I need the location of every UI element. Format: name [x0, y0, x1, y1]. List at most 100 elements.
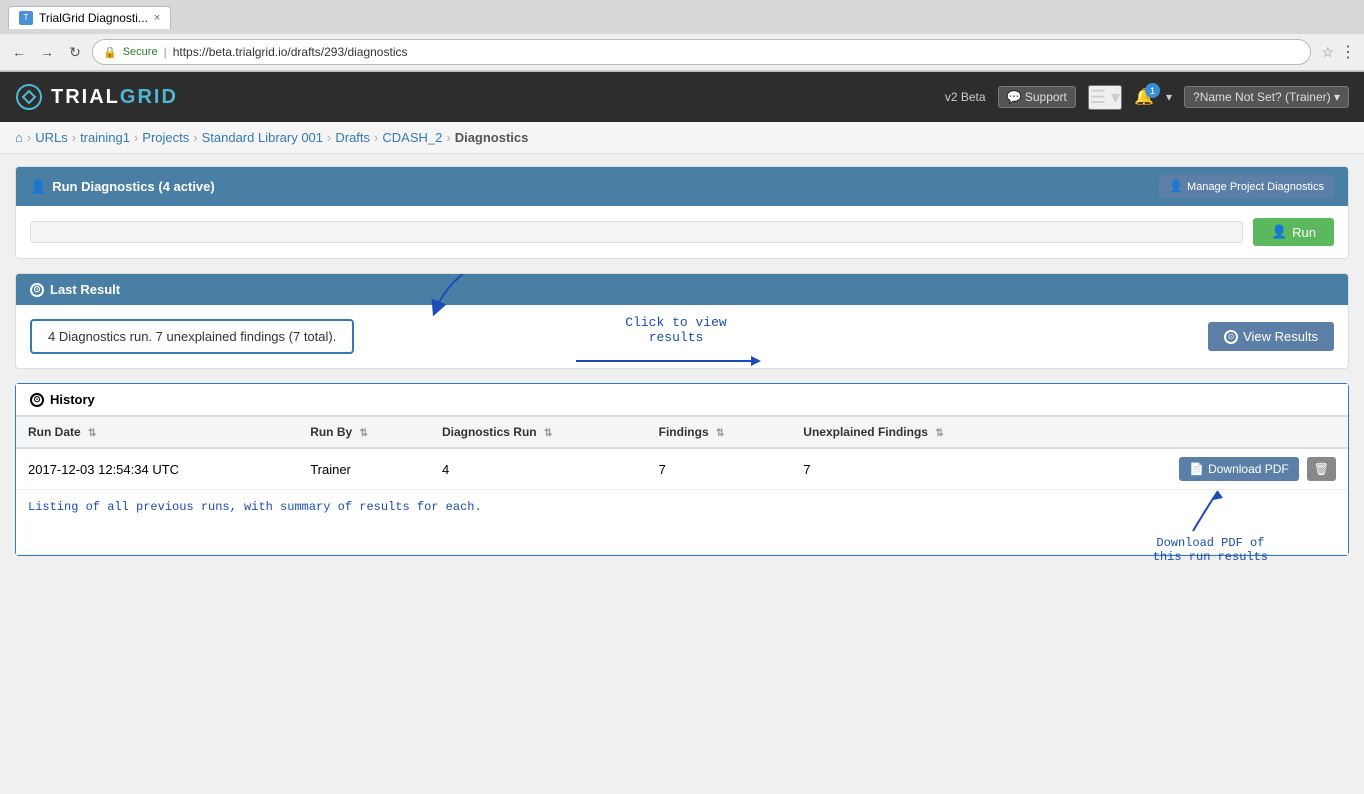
sort-findings-icon: ⇅	[716, 428, 724, 439]
sort-unexplained-icon: ⇅	[935, 428, 943, 439]
header-right: v2 Beta 💬 Support ☰ ▾ 🔔 1 ▾ ?Name Not Se…	[945, 85, 1349, 110]
run-diagnostics-body: 👤 Run	[16, 206, 1348, 258]
breadcrumb-sep-2: ›	[134, 130, 138, 145]
breadcrumb-item-projects[interactable]: Projects	[142, 130, 189, 145]
col-diagnostics-run-label: Diagnostics Run	[442, 425, 537, 439]
download-annotation-line1: Download PDF of	[1153, 536, 1268, 550]
manage-project-diagnostics-button[interactable]: 👤 Manage Project Diagnostics	[1159, 175, 1334, 198]
user-icon: 👤	[30, 179, 46, 195]
progress-bar	[30, 221, 1243, 243]
col-unexplained[interactable]: Unexplained Findings ⇅	[791, 417, 1056, 449]
run-icon: 👤	[1271, 224, 1287, 240]
col-diagnostics-run[interactable]: Diagnostics Run ⇅	[430, 417, 647, 449]
click-annotation-line1: Click to view	[576, 315, 776, 330]
version-label: v2 Beta	[945, 90, 986, 104]
last-result-header-left: ⊙ Last Result	[30, 282, 120, 297]
last-result-title: Last Result	[50, 282, 120, 297]
breadcrumb-sep-6: ›	[446, 130, 450, 145]
col-run-by[interactable]: Run By ⇅	[298, 417, 430, 449]
breadcrumb-item-drafts[interactable]: Drafts	[335, 130, 370, 145]
run-button[interactable]: 👤 Run	[1253, 218, 1334, 246]
col-actions	[1056, 417, 1348, 449]
refresh-button[interactable]: ↻	[64, 41, 86, 63]
address-bar[interactable]: 🔒 Secure | https://beta.trialgrid.io/dra…	[92, 39, 1311, 65]
user-menu-button[interactable]: ?Name Not Set? (Trainer) ▾	[1184, 86, 1349, 108]
last-result-panel: ⊙ Last Result 4 Diagnostics run. 7 unexp…	[15, 273, 1349, 369]
download-icon: 📄	[1189, 462, 1204, 476]
col-run-date[interactable]: Run Date ⇅	[16, 417, 298, 449]
action-buttons: 📄 Download PDF 🗑	[1068, 457, 1336, 481]
view-results-icon: ⊙	[1224, 330, 1238, 344]
cell-diagnostics-run: 4	[430, 448, 647, 490]
browser-menu-icon[interactable]: ⋮	[1340, 42, 1356, 62]
run-diagnostics-header: 👤 Run Diagnostics (4 active) 👤 Manage Pr…	[16, 167, 1348, 206]
col-findings[interactable]: Findings ⇅	[647, 417, 792, 449]
breadcrumb-item-cdash2[interactable]: CDASH_2	[382, 130, 442, 145]
download-annotation: Download PDF of this run results	[1153, 486, 1268, 564]
sort-run-by-icon: ⇅	[360, 428, 368, 439]
breadcrumb-current: Diagnostics	[455, 130, 529, 145]
history-body: Run Date ⇅ Run By ⇅ Diagnostics Run ⇅	[16, 416, 1348, 555]
breadcrumb-home[interactable]: ⌂	[15, 130, 23, 145]
secure-label: Secure	[123, 46, 158, 58]
manage-btn-label: Manage Project Diagnostics	[1187, 181, 1324, 193]
tab-close-icon[interactable]: ×	[154, 12, 160, 24]
history-table-body: 2017-12-03 12:54:34 UTC Trainer 4 7 7 📄 …	[16, 448, 1348, 555]
last-result-body: 4 Diagnostics run. 7 unexplained finding…	[16, 305, 1348, 368]
breadcrumb-item-urls[interactable]: URLs	[35, 130, 68, 145]
table-row: 2017-12-03 12:54:34 UTC Trainer 4 7 7 📄 …	[16, 448, 1348, 490]
history-title: History	[50, 392, 95, 407]
click-arrow	[576, 349, 776, 369]
logo-trial: TRIAL	[51, 86, 120, 108]
sort-diagnostics-run-icon: ⇅	[544, 428, 552, 439]
annotation-cell: Listing of all previous runs, with summa…	[16, 490, 1348, 555]
url-text: https://beta.trialgrid.io/drafts/293/dia…	[173, 45, 408, 59]
run-diagnostics-header-left: 👤 Run Diagnostics (4 active)	[30, 179, 215, 195]
bell-dropdown-icon: ▾	[1166, 90, 1172, 104]
browser-chrome: T TrialGrid Diagnosti... × ← → ↻ 🔒 Secur…	[0, 0, 1364, 72]
support-button[interactable]: 💬 Support	[998, 86, 1076, 108]
menu-icon[interactable]: ☰ ▾	[1088, 85, 1122, 110]
clock-icon: ⊙	[30, 283, 44, 297]
browser-title-bar: T TrialGrid Diagnosti... ×	[0, 0, 1364, 34]
result-summary-text: 4 Diagnostics run. 7 unexplained finding…	[48, 329, 336, 344]
col-run-by-label: Run By	[310, 425, 352, 439]
breadcrumb-sep-3: ›	[193, 130, 197, 145]
run-diagnostics-title: Run Diagnostics (4 active)	[52, 179, 215, 194]
history-table-header-row: Run Date ⇅ Run By ⇅ Diagnostics Run ⇅	[16, 417, 1348, 449]
forward-button[interactable]: →	[36, 41, 58, 63]
breadcrumb-sep-1: ›	[72, 130, 76, 145]
download-pdf-label: Download PDF	[1208, 462, 1289, 476]
logo-grid: GRID	[120, 86, 178, 108]
notifications-button[interactable]: 🔔 1	[1134, 87, 1154, 107]
download-annotation-line2: this run results	[1153, 550, 1268, 564]
view-results-label: View Results	[1243, 329, 1318, 344]
breadcrumb-item-training1[interactable]: training1	[80, 130, 130, 145]
history-icon: ⊙	[30, 393, 44, 407]
col-run-date-label: Run Date	[28, 425, 81, 439]
bookmark-icon[interactable]: ☆	[1321, 44, 1334, 61]
delete-button[interactable]: 🗑	[1307, 457, 1336, 481]
sort-run-date-icon: ⇅	[88, 428, 96, 439]
back-button[interactable]: ←	[8, 41, 30, 63]
user-dropdown-icon: ▾	[1334, 90, 1340, 104]
main-content: 👤 Run Diagnostics (4 active) 👤 Manage Pr…	[0, 154, 1364, 582]
browser-nav-bar: ← → ↻ 🔒 Secure | https://beta.trialgrid.…	[0, 34, 1364, 71]
cell-findings: 7	[647, 448, 792, 490]
click-annotation: Click to view results	[576, 315, 776, 369]
history-table: Run Date ⇅ Run By ⇅ Diagnostics Run ⇅	[16, 416, 1348, 555]
browser-tab[interactable]: T TrialGrid Diagnosti... ×	[8, 6, 171, 29]
cell-run-by: Trainer	[298, 448, 430, 490]
download-pdf-button[interactable]: 📄 Download PDF	[1179, 457, 1299, 481]
lock-icon: 🔒	[103, 46, 117, 59]
history-table-head: Run Date ⇅ Run By ⇅ Diagnostics Run ⇅	[16, 417, 1348, 449]
run-btn-label: Run	[1292, 225, 1316, 240]
app-header: TRIALGRID v2 Beta 💬 Support ☰ ▾ 🔔 1 ▾ ?N…	[0, 72, 1364, 122]
last-result-header: ⊙ Last Result	[16, 274, 1348, 305]
view-results-button[interactable]: ⊙ View Results	[1208, 322, 1334, 351]
logo: TRIALGRID	[15, 83, 178, 111]
user-label: ?Name Not Set? (Trainer)	[1193, 90, 1331, 104]
annotation-row: Listing of all previous runs, with summa…	[16, 490, 1348, 555]
breadcrumb-item-library[interactable]: Standard Library 001	[202, 130, 323, 145]
breadcrumb: ⌂ › URLs › training1 › Projects › Standa…	[0, 122, 1364, 154]
